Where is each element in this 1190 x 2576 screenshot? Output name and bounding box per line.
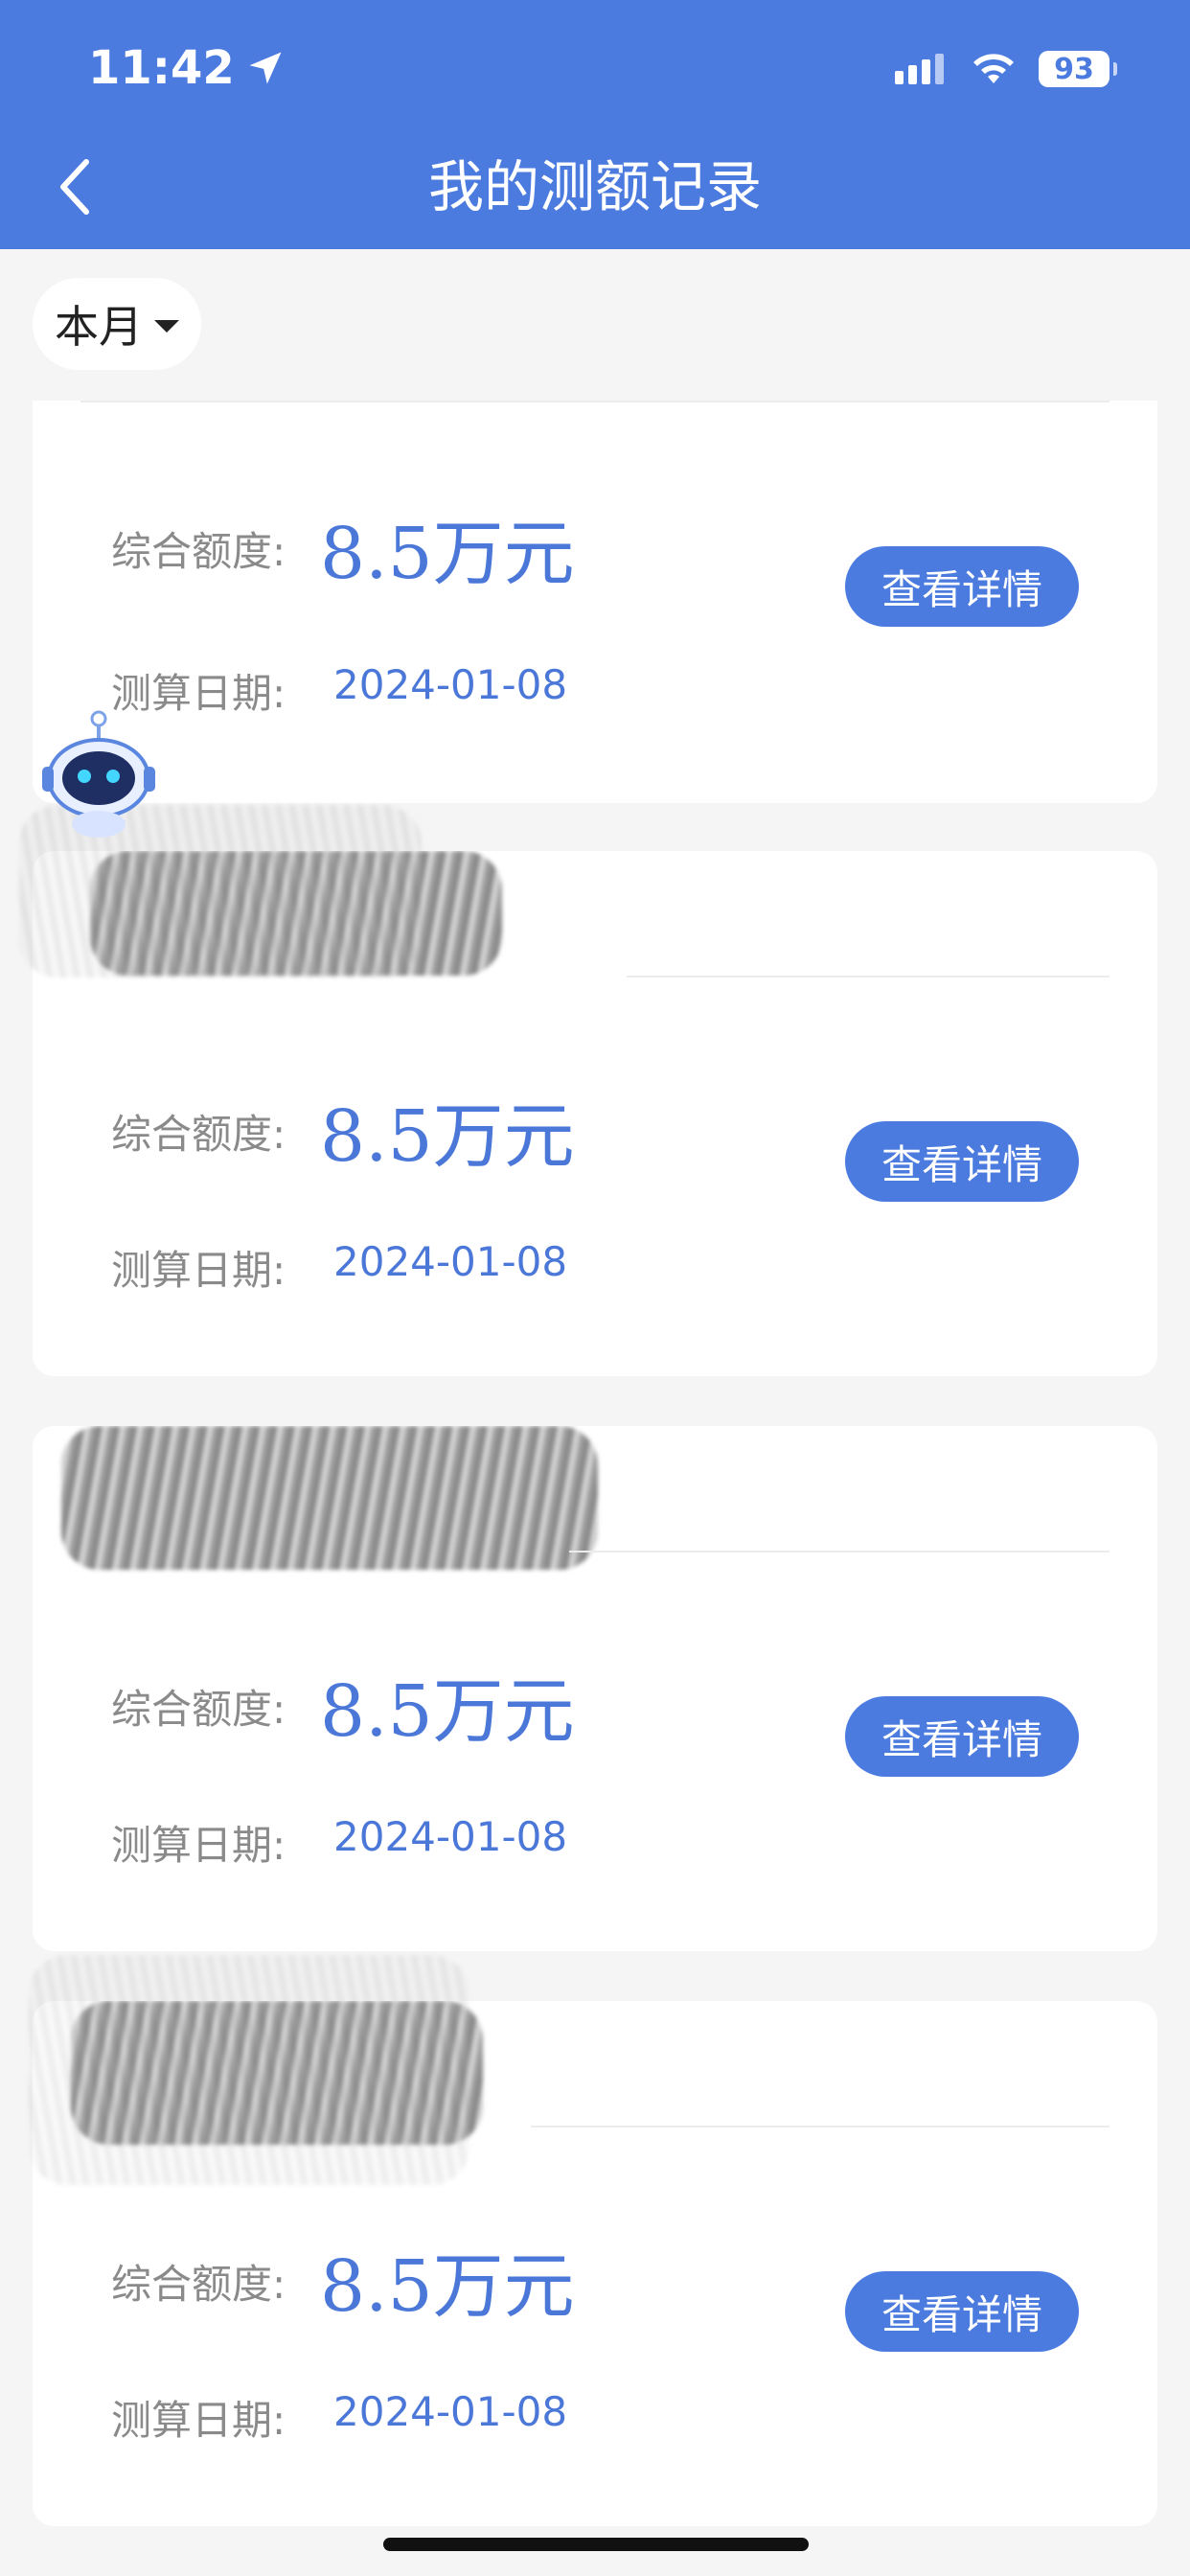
view-details-button[interactable]: 查看详情 (845, 546, 1079, 627)
wifi-icon (973, 54, 1014, 83)
home-indicator (383, 2538, 809, 2551)
record-card: 综合额度: 8.5万元 查看详情 测算日期: 2024-01-08 (33, 1426, 1157, 1951)
record-card: 综合额度: 8.5万元 查看详情 测算日期: 2024-01-08 (33, 401, 1157, 803)
signal-icon (895, 54, 944, 84)
page-title: 我的测额记录 (427, 154, 762, 219)
card-divider (627, 976, 1110, 978)
card-divider (569, 1551, 1110, 1552)
location-arrow-icon (249, 52, 282, 84)
redacted-name (61, 1426, 598, 1570)
view-details-button[interactable]: 查看详情 (845, 1696, 1079, 1777)
quota-label: 综合额度: (111, 528, 286, 575)
date-value: 2024-01-08 (333, 661, 568, 708)
status-time-text: 11:42 (88, 41, 235, 95)
view-details-button[interactable]: 查看详情 (845, 1121, 1079, 1202)
quota-value: 8.5万元 (320, 2245, 575, 2328)
battery-icon: 93 (1039, 51, 1117, 87)
app-header: 11:42 93 我的测额记录 (0, 0, 1190, 249)
date-label: 测算日期: (111, 2397, 286, 2444)
dropdown-caret-icon (154, 319, 179, 333)
quota-label: 综合额度: (111, 1686, 286, 1733)
status-bar-time: 11:42 (88, 34, 286, 102)
quota-value: 8.5万元 (320, 1095, 575, 1178)
battery-level: 93 (1054, 52, 1094, 86)
robot-mascot-icon (42, 710, 155, 838)
quota-label: 综合额度: (111, 1111, 286, 1158)
quota-value: 8.5万元 (320, 1670, 575, 1753)
quota-label: 综合额度: (111, 2261, 286, 2308)
date-value: 2024-01-08 (333, 1813, 568, 1860)
card-divider (531, 2126, 1110, 2128)
card-divider (80, 401, 1110, 402)
date-label: 测算日期: (111, 1247, 286, 1294)
date-label: 测算日期: (111, 1822, 286, 1869)
view-details-button[interactable]: 查看详情 (845, 2271, 1079, 2352)
redaction-smudge (29, 1955, 469, 2185)
month-filter-dropdown[interactable]: 本月 (33, 278, 201, 370)
filter-label: 本月 (55, 301, 143, 353)
date-value: 2024-01-08 (333, 2388, 568, 2435)
status-bar-right: 93 (893, 42, 1117, 96)
assistant-robot-button[interactable] (38, 709, 159, 843)
date-value: 2024-01-08 (333, 1238, 568, 1285)
quota-value: 8.5万元 (320, 513, 575, 595)
